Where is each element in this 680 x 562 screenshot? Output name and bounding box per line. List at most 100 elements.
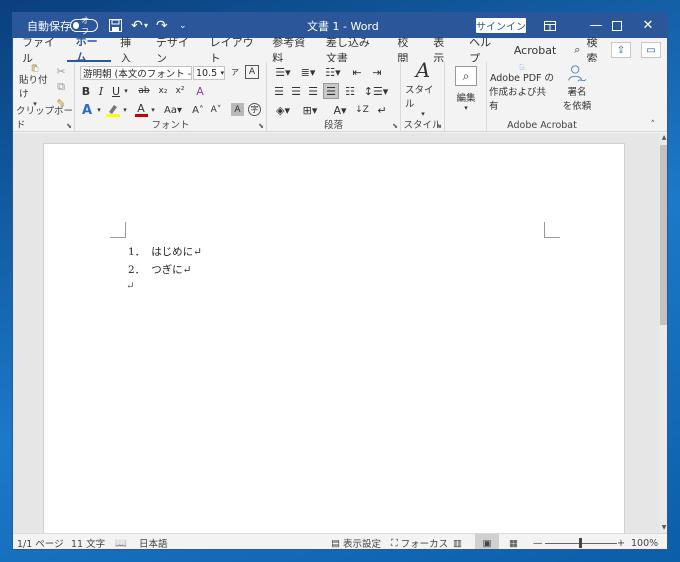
styles-button[interactable]: A スタイル ▾ (405, 58, 441, 118)
focus-button[interactable]: ⛶ フォーカス (391, 534, 448, 550)
tab-design[interactable]: デザイン (147, 36, 201, 65)
tab-acrobat[interactable]: Acrobat (505, 38, 565, 62)
tab-help[interactable]: ヘルプ (460, 36, 505, 65)
decrease-indent-icon[interactable]: ⇤ (349, 65, 365, 79)
underline-icon[interactable]: U (110, 84, 122, 98)
clipboard-group: 貼り付け ▾ ✂ ⧉ ✎ クリップボード ⬊ (13, 62, 75, 132)
text-effects-dropdown-icon[interactable]: ▾ (95, 102, 103, 118)
ribbon-tabs: ファイル ホーム 挿入 デザイン レイアウト 参考資料 差し込み文書 校閲 表示… (13, 35, 667, 65)
zoom-slider[interactable] (545, 534, 617, 549)
font-color-dropdown-icon[interactable]: ▾ (149, 102, 157, 118)
display-settings-button[interactable]: ▤ 表示設定 (331, 534, 381, 550)
align-right-icon[interactable]: ☰ (306, 84, 320, 98)
page-count[interactable]: 1/1 ページ (17, 534, 64, 549)
tab-search[interactable]: ⌕ 検索 (565, 36, 611, 65)
tab-mailings[interactable]: 差し込み文書 (317, 36, 389, 65)
justify-icon[interactable]: ☰ (323, 83, 339, 99)
comments-icon[interactable]: ▭ (641, 42, 661, 58)
multilevel-list-icon[interactable]: ☷▾ (322, 65, 344, 79)
clipboard-launcher-icon[interactable]: ⬊ (66, 122, 72, 130)
word-window: 自動保存 オフ ↶ ▾ ↷ ⌄ 文書 1 - Word サインイン — ✕ ファ… (12, 12, 668, 550)
increase-indent-icon[interactable]: ⇥ (369, 65, 385, 79)
close-button[interactable]: ✕ (627, 13, 667, 38)
tab-references[interactable]: 参考資料 (263, 36, 317, 65)
margin-mark-left (110, 222, 126, 238)
find-icon: ⌕ (455, 66, 477, 86)
sort-icon[interactable]: ↓Z (355, 102, 369, 118)
scrollbar-thumb[interactable] (660, 145, 667, 325)
read-mode-icon[interactable]: ▥ (453, 534, 462, 549)
collapse-ribbon-icon[interactable]: ˄ (651, 120, 656, 130)
underline-dropdown-icon[interactable]: ▾ (122, 84, 130, 98)
styles-group: A スタイル ▾ スタイル ⬊ (401, 58, 445, 132)
zoom-out-icon[interactable]: — (533, 534, 543, 549)
list-item[interactable]: 1． はじめに↵ (128, 244, 202, 259)
tab-file[interactable]: ファイル (13, 36, 67, 65)
grow-font-icon[interactable]: A˄ (191, 102, 205, 118)
bullets-icon[interactable]: ☰▾ (272, 65, 294, 79)
highlight-icon[interactable] (105, 102, 121, 118)
language-indicator[interactable]: 日本語 (139, 534, 168, 549)
vertical-scrollbar[interactable]: ▲ ▼ (659, 133, 667, 533)
paragraph-mark[interactable]: ↵ (126, 280, 135, 292)
font-group: 游明朝 (本文のフォント - 日: 10.5▾ ア A B I U ▾ ab x… (75, 62, 267, 132)
tab-insert[interactable]: 挿入 (111, 36, 147, 65)
proofing-icon[interactable]: 📖 (115, 534, 127, 549)
superscript-icon[interactable]: x² (173, 84, 187, 98)
signin-button[interactable]: サインイン (476, 18, 526, 33)
font-launcher-icon[interactable]: ⬊ (258, 122, 264, 130)
zoom-slider-thumb[interactable] (579, 537, 582, 548)
align-center-icon[interactable]: ☰ (289, 84, 303, 98)
document-page[interactable]: 1． はじめに↵ 2． つぎに↵ ↵ (43, 143, 625, 535)
cut-icon[interactable]: ✂ (53, 64, 69, 78)
ribbon-display-icon[interactable] (527, 13, 573, 38)
clear-formatting-icon[interactable]: A (193, 84, 207, 98)
editing-button[interactable]: ⌕ 編集 ▾ (449, 65, 483, 113)
highlight-dropdown-icon[interactable]: ▾ (121, 102, 129, 118)
styles-launcher-icon[interactable]: ⬊ (436, 122, 442, 130)
list-item[interactable]: 2． つぎに↵ (128, 262, 192, 277)
shading-icon[interactable]: ◈▾ (272, 102, 294, 118)
tab-home[interactable]: ホーム (66, 35, 112, 64)
bold-icon[interactable]: B (80, 84, 92, 98)
phonetic-guide-icon[interactable]: ア (228, 65, 242, 79)
show-formatting-icon[interactable]: ↵ (375, 102, 389, 118)
share-icon[interactable]: ⇪ (611, 42, 631, 58)
font-color-icon[interactable]: A (133, 102, 149, 118)
paste-icon (31, 64, 39, 72)
enclosed-character-icon[interactable]: 字 (248, 103, 261, 116)
word-count[interactable]: 11 文字 (71, 534, 105, 549)
borders-icon[interactable]: ⊞▾ (299, 102, 321, 118)
character-shading-icon[interactable]: A (231, 103, 244, 116)
paragraph-launcher-icon[interactable]: ⬊ (392, 122, 398, 130)
focus-icon: ⛶ (391, 537, 398, 549)
font-size-select[interactable]: 10.5 ▾ (193, 66, 225, 80)
create-pdf-button[interactable]: Adobe PDF の 作成および共有 (489, 64, 555, 112)
strikethrough-icon[interactable]: ab (135, 84, 153, 98)
tab-layout[interactable]: レイアウト (201, 36, 264, 65)
asian-layout-icon[interactable]: A▾ (329, 102, 351, 118)
paste-button[interactable]: 貼り付け ▾ (19, 64, 51, 108)
change-case-icon[interactable]: Aa▾ (161, 102, 185, 118)
align-left-icon[interactable]: ☰ (272, 84, 286, 98)
zoom-level[interactable]: 100% (631, 534, 658, 549)
request-signature-button[interactable]: 署名 を依頼 (557, 64, 597, 112)
print-layout-icon[interactable]: ▣ (475, 534, 499, 549)
copy-icon[interactable]: ⧉ (53, 80, 69, 94)
ribbon: 貼り付け ▾ ✂ ⧉ ✎ クリップボード ⬊ 游明朝 (本文のフォント - 日:… (13, 58, 667, 132)
undo-dropdown-icon[interactable]: ▾ (144, 13, 148, 38)
scroll-down-icon[interactable]: ▼ (660, 524, 667, 532)
zoom-in-icon[interactable]: + (617, 534, 625, 549)
font-name-select[interactable]: 游明朝 (本文のフォント - 日: (80, 66, 192, 80)
numbering-icon[interactable]: ≣▾ (297, 65, 319, 79)
italic-icon[interactable]: I (95, 84, 107, 98)
scroll-up-icon[interactable]: ▲ (660, 134, 667, 142)
subscript-icon[interactable]: x₂ (156, 84, 170, 98)
enclose-character-icon[interactable]: A (245, 65, 259, 79)
shrink-font-icon[interactable]: A˅ (209, 102, 223, 118)
editing-group: ⌕ 編集 ▾ (445, 62, 487, 132)
text-effects-icon[interactable]: A (80, 102, 94, 118)
web-layout-icon[interactable]: ▦ (509, 534, 518, 549)
line-spacing-icon[interactable]: ↕☰▾ (364, 84, 389, 98)
distributed-icon[interactable]: ☷ (343, 84, 357, 98)
